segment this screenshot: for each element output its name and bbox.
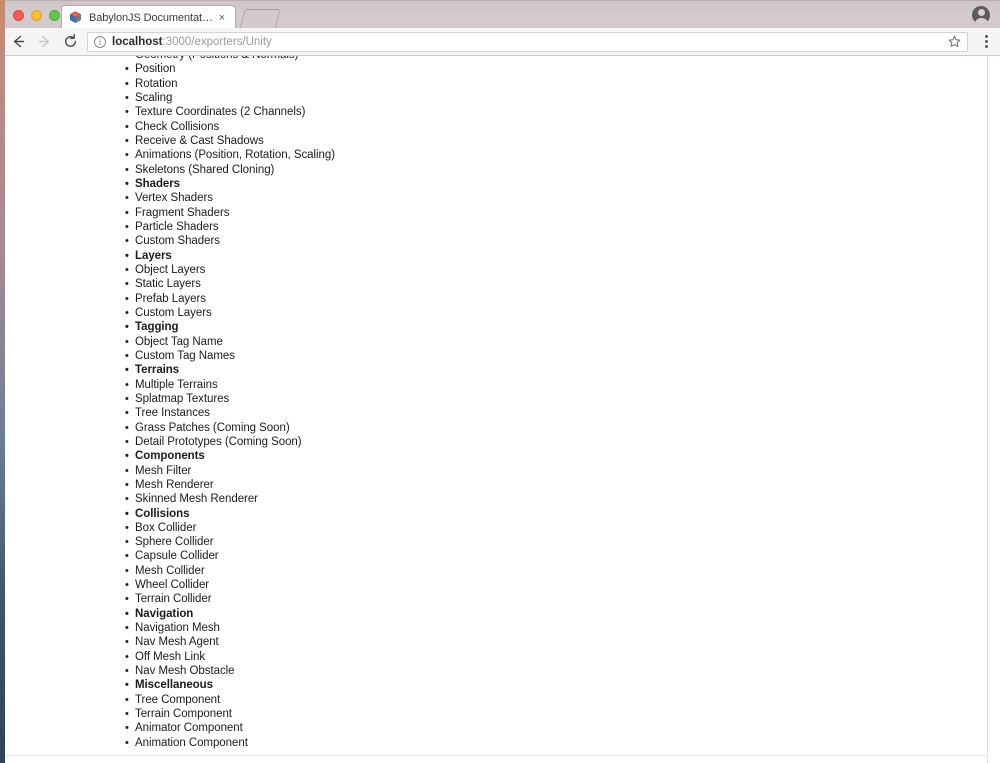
tab-close-icon[interactable]: × — [215, 11, 229, 25]
arrow-right-icon — [38, 35, 49, 48]
feature-list-item: Mesh Collider — [5, 564, 335, 579]
url-host: localhost — [112, 35, 163, 48]
feature-list-item: Sphere Collider — [5, 535, 335, 550]
tab-title: BabylonJS Documentation — [89, 11, 215, 24]
feature-list-item: Skeletons (Shared Cloning) — [5, 163, 335, 178]
feature-list-item: Custom Tag Names — [5, 349, 335, 364]
feature-list-item: Nav Mesh Obstacle — [5, 664, 335, 679]
feature-section-header: Components — [5, 449, 335, 464]
feature-list-item: Nav Mesh Agent — [5, 635, 335, 650]
feature-list-item: Capsule Collider — [5, 549, 335, 564]
feature-list-item: Custom Layers — [5, 306, 335, 321]
browser-tab[interactable]: BabylonJS Documentation × — [61, 5, 236, 29]
feature-list-item: Skinned Mesh Renderer — [5, 492, 335, 507]
feature-list-item: Fragment Shaders — [5, 206, 335, 221]
window-traffic-lights — [13, 10, 60, 21]
feature-list-item: Static Layers — [5, 277, 335, 292]
reload-button[interactable] — [57, 29, 83, 55]
feature-list-item: Object Tag Name — [5, 335, 335, 350]
feature-list-item: Scaling — [5, 91, 335, 106]
feature-list-item: Box Collider — [5, 521, 335, 536]
site-info-icon[interactable]: i — [94, 35, 106, 48]
feature-list-item: Splatmap Textures — [5, 392, 335, 407]
feature-list-item: Animations (Position, Rotation, Scaling) — [5, 148, 335, 163]
feature-list-item: Check Collisions — [5, 120, 335, 135]
feature-list-item: Mesh Renderer — [5, 478, 335, 493]
tab-strip: BabylonJS Documentation × — [5, 0, 1000, 29]
feature-section-header: Navigation — [5, 607, 335, 622]
babylonjs-cube-icon — [68, 10, 83, 25]
feature-section-header: Shaders — [5, 177, 335, 192]
url-path: :3000/exporters/Unity — [162, 35, 272, 48]
feature-list-item: Grass Patches (Coming Soon) — [5, 421, 335, 436]
feature-list-item: Receive & Cast Shadows — [5, 134, 335, 149]
feature-list-item: Detail Prototypes (Coming Soon) — [5, 435, 335, 450]
feature-list-item: Texture Coordinates (2 Channels) — [5, 105, 335, 120]
menu-dot — [984, 45, 988, 48]
feature-list-item: Particle Shaders — [5, 220, 335, 235]
feature-list-item: Terrain Collider — [5, 592, 335, 607]
feature-list-item: Multiple Terrains — [5, 378, 335, 393]
page-content: Geometry (Positions & Normals)PositionRo… — [5, 56, 988, 763]
feature-list-item: Tree Component — [5, 693, 335, 708]
window-close-button[interactable] — [13, 10, 24, 21]
feature-list-item: Vertex Shaders — [5, 191, 335, 206]
browser-toolbar: i localhost:3000/exporters/Unity — [5, 28, 1000, 56]
url-text: localhost:3000/exporters/Unity — [112, 36, 941, 48]
feature-list-item: Custom Shaders — [5, 234, 335, 249]
back-button[interactable] — [5, 29, 31, 55]
feature-list-item: Wheel Collider — [5, 578, 335, 593]
star-icon[interactable] — [947, 35, 961, 49]
window-zoom-button[interactable] — [49, 10, 60, 21]
feature-list-item: Position — [5, 62, 335, 77]
menu-dot — [984, 35, 988, 38]
feature-section-header: Miscellaneous — [5, 678, 335, 693]
three-dot-menu-icon[interactable] — [976, 29, 996, 55]
feature-list-item: Object Layers — [5, 263, 335, 278]
feature-list-item: Animation Component — [5, 736, 335, 751]
feature-list-item: Terrain Component — [5, 707, 335, 722]
page-viewport[interactable]: Geometry (Positions & Normals)PositionRo… — [5, 56, 1000, 763]
feature-section-header: Tagging — [5, 320, 335, 335]
feature-section-header: Layers — [5, 249, 335, 264]
feature-list-item: Mesh Filter — [5, 464, 335, 479]
page-bottom-rule — [5, 755, 988, 756]
window-minimize-button[interactable] — [31, 10, 42, 21]
feature-section-header: Collisions — [5, 507, 335, 522]
feature-list-item: Prefab Layers — [5, 292, 335, 307]
feature-list-item: Navigation Mesh — [5, 621, 335, 636]
feature-section-header: Terrains — [5, 363, 335, 378]
profile-avatar-icon[interactable] — [972, 6, 990, 24]
menu-dot — [984, 40, 988, 43]
browser-window: BabylonJS Documentation × i localhost:30… — [0, 0, 1000, 763]
new-tab-button[interactable] — [239, 9, 281, 29]
feature-list-item: Rotation — [5, 77, 335, 92]
arrow-left-icon — [13, 35, 24, 48]
feature-list-item: Animator Component — [5, 721, 335, 736]
forward-button[interactable] — [31, 29, 57, 55]
address-bar[interactable]: i localhost:3000/exporters/Unity — [87, 31, 968, 52]
feature-list-item: Off Mesh Link — [5, 650, 335, 665]
feature-list: Geometry (Positions & Normals)PositionRo… — [5, 56, 335, 750]
feature-list-item: Tree Instances — [5, 406, 335, 421]
reload-icon — [64, 33, 76, 47]
desktop-background-strip — [0, 0, 5, 763]
